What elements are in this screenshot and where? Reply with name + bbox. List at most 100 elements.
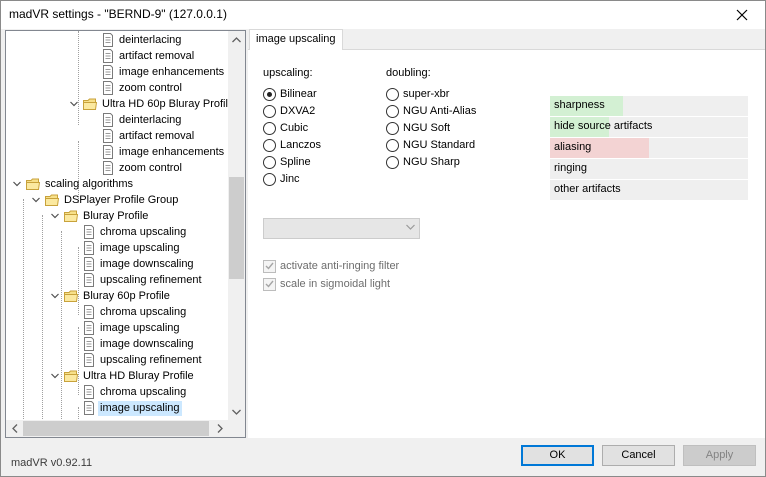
radio-unchecked-icon [386, 155, 399, 169]
document-icon [101, 32, 115, 48]
document-icon [82, 256, 96, 272]
settings-window: madVR settings - "BERND-9" (127.0.0.1) d… [0, 0, 766, 477]
document-icon [82, 320, 96, 336]
tree-item-label: chroma upscaling [100, 305, 187, 318]
tree-item-label: deinterlacing [119, 113, 182, 126]
folder-open-icon [63, 288, 79, 304]
vertical-scroll-thumb[interactable] [229, 177, 244, 279]
tab-image-upscaling[interactable]: image upscaling [249, 29, 343, 50]
tree-item[interactable]: artifact removal [88, 128, 196, 144]
expand-toggle-icon[interactable] [31, 192, 41, 208]
tree-horizontal-scrollbar[interactable] [6, 420, 228, 437]
tree-folder[interactable]: Bluray Profile [50, 208, 150, 224]
tree-folder[interactable]: Ultra HD 60p Bluray Profile [69, 96, 228, 112]
quality-bar: ringing [550, 159, 748, 179]
settings-panel: upscaling: doubling: Bilinear DXVA2 Cubi… [248, 49, 765, 438]
upscaling-radio-jinc[interactable]: Jinc [263, 171, 300, 187]
algorithm-dropdown[interactable] [263, 218, 420, 239]
tree-item-label: Ultra HD 60p Bluray Profile [102, 97, 228, 110]
document-icon [101, 160, 115, 176]
upscaling-radio-dxva2[interactable]: DXVA2 [263, 103, 315, 119]
quality-bar-label: other artifacts [554, 183, 621, 195]
close-button[interactable] [719, 1, 765, 29]
checkmark-icon [263, 259, 276, 273]
document-icon [82, 272, 96, 288]
anti-ringing-checkbox[interactable]: activate anti-ringing filter [263, 258, 399, 274]
tree-item[interactable]: zoom control [88, 80, 184, 96]
tree-item[interactable]: image enhancements [88, 64, 226, 80]
upscaling-radio-lanczos[interactable]: Lanczos [263, 137, 321, 153]
expand-toggle-icon[interactable] [69, 96, 79, 112]
tree-item[interactable]: image upscaling [69, 240, 182, 256]
radio-label: Spline [280, 156, 311, 168]
title-bar: madVR settings - "BERND-9" (127.0.0.1) [1, 1, 765, 29]
doubling-radio-ngu-sharp[interactable]: NGU Sharp [386, 154, 460, 170]
doubling-radio-super-xbr[interactable]: super-xbr [386, 86, 449, 102]
tree-item[interactable]: image enhancements [88, 144, 226, 160]
ok-button[interactable]: OK [521, 445, 594, 466]
doubling-radio-ngu-anti-alias[interactable]: NGU Anti-Alias [386, 103, 476, 119]
radio-unchecked-icon [386, 87, 399, 101]
upscaling-radio-spline[interactable]: Spline [263, 154, 311, 170]
tree-folder[interactable]: DSPlayer Profile Group [31, 192, 180, 208]
tree-item[interactable]: chroma upscaling [69, 224, 188, 240]
tree-item-label: deinterlacing [119, 33, 182, 46]
apply-button[interactable]: Apply [683, 445, 756, 466]
tree-item[interactable]: image upscaling [69, 320, 182, 336]
close-icon [736, 9, 748, 21]
tree-item[interactable]: image downscaling [69, 256, 196, 272]
upscaling-radio-cubic[interactable]: Cubic [263, 120, 308, 136]
settings-tree[interactable]: deinterlacing artifact removal image enhan… [5, 30, 246, 438]
tree-item[interactable]: image upscaling [69, 400, 182, 416]
tree-folder[interactable]: scaling algorithms [12, 176, 135, 192]
tree-item[interactable]: image downscaling [69, 336, 196, 352]
cancel-button[interactable]: Cancel [602, 445, 675, 466]
radio-unchecked-icon [386, 121, 399, 135]
tree-folder[interactable]: Bluray 60p Profile [50, 288, 172, 304]
radio-label: Bilinear [280, 88, 317, 100]
tree-vertical-scrollbar[interactable] [228, 31, 245, 420]
expand-toggle-icon[interactable] [12, 176, 22, 192]
expand-toggle-icon[interactable] [50, 288, 60, 304]
quality-bar-label: ringing [554, 162, 588, 174]
expand-toggle-icon[interactable] [50, 368, 60, 384]
tree-item[interactable]: deinterlacing [88, 32, 183, 48]
doubling-radio-ngu-soft[interactable]: NGU Soft [386, 120, 450, 136]
document-icon [101, 112, 115, 128]
scroll-up-button[interactable] [228, 31, 245, 48]
tree-item[interactable]: chroma upscaling [69, 384, 188, 400]
tree-item-label: zoom control [119, 81, 182, 94]
checkbox-label: activate anti-ringing filter [280, 260, 400, 272]
quality-bar-label: hide source artifacts [554, 120, 653, 132]
upscaling-radio-bilinear[interactable]: Bilinear [263, 86, 317, 102]
folder-open-icon [44, 192, 60, 208]
scroll-right-button[interactable] [211, 420, 228, 437]
chevron-down-icon [232, 409, 241, 415]
document-icon [101, 48, 115, 64]
radio-unchecked-icon [263, 172, 276, 186]
tree-item-label: artifact removal [119, 49, 195, 62]
doubling-radio-ngu-standard[interactable]: NGU Standard [386, 137, 475, 153]
tree-item[interactable]: chroma upscaling [69, 304, 188, 320]
expand-toggle-icon[interactable] [50, 208, 60, 224]
tree-item[interactable]: deinterlacing [88, 112, 183, 128]
horizontal-scroll-thumb[interactable] [23, 421, 209, 436]
scroll-left-button[interactable] [6, 420, 23, 437]
tree-folder[interactable]: Ultra HD Bluray Profile [50, 368, 196, 384]
scroll-down-button[interactable] [228, 403, 245, 420]
tree-connector-line [42, 215, 43, 419]
quality-bar: hide source artifacts [550, 117, 748, 137]
quality-bar: aliasing [550, 138, 748, 158]
tree-item[interactable]: zoom control [88, 160, 184, 176]
tree-item-label: scaling algorithms [45, 177, 134, 190]
radio-label: super-xbr [403, 88, 450, 100]
tree-item-label: image upscaling [98, 400, 182, 416]
client-area: deinterlacing artifact removal image enhan… [1, 29, 765, 476]
tree-item[interactable]: upscaling refinement [69, 272, 204, 288]
sigmoidal-light-checkbox[interactable]: scale in sigmoidal light [263, 276, 390, 292]
radio-label: NGU Standard [403, 139, 476, 151]
tree-item-label: image upscaling [100, 241, 180, 254]
radio-checked-icon [263, 87, 276, 101]
tree-item[interactable]: artifact removal [88, 48, 196, 64]
tree-item[interactable]: upscaling refinement [69, 352, 204, 368]
